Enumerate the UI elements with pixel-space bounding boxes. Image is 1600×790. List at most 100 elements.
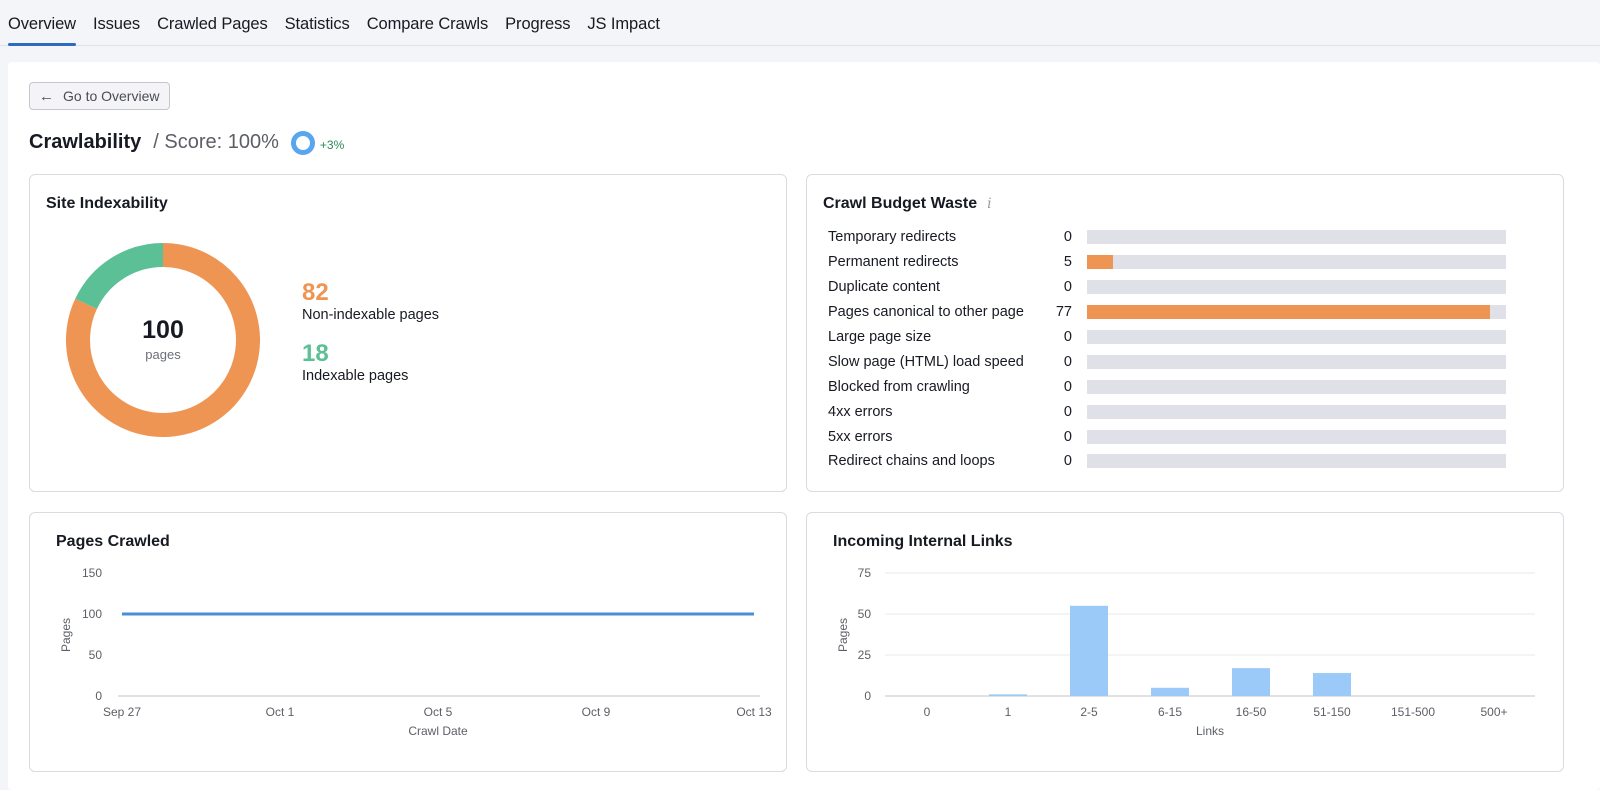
legend-non-indexable[interactable]: 82 Non-indexable pages <box>302 279 440 324</box>
indexable-label: Indexable pages <box>302 368 409 384</box>
budget-row-count: 5 <box>1063 254 1072 271</box>
non-indexable-label: Non-indexable pages <box>302 307 440 323</box>
budget-row[interactable]: Temporary redirects 0 <box>828 225 1508 250</box>
tab-js-impact[interactable]: JS Impact <box>587 15 660 45</box>
budget-row-bar[interactable] <box>1087 230 1506 245</box>
budget-row-label: Redirect chains and loops <box>828 453 995 470</box>
budget-row-label: Large page size <box>828 329 932 345</box>
budget-row-count: 0 <box>1063 428 1072 445</box>
budget-row-bar[interactable] <box>1087 354 1506 369</box>
budget-row-label: Duplicate content <box>828 279 941 296</box>
budget-row[interactable]: Slow page (HTML) load speed 0 <box>828 349 1508 374</box>
x-axis-title: Links <box>1196 724 1224 738</box>
budget-row[interactable]: Pages canonical to other page 77 <box>828 300 1508 325</box>
budget-row-count: 0 <box>1063 353 1072 370</box>
arrow-left-icon: ← <box>39 87 54 105</box>
go-to-overview-label: Go to Overview <box>63 88 160 104</box>
y-axis-title: Pages <box>836 618 850 652</box>
budget-row-count: 0 <box>1063 453 1072 470</box>
pages-crawled-card: Pages Crawled 0 50 100 150 Sep 27 Oct 1 Oct 5O… <box>29 512 787 772</box>
x-tick-label: Sep 27 <box>103 705 141 719</box>
budget-row-label: Blocked from crawling <box>828 378 970 395</box>
budget-row-bar[interactable] <box>1087 454 1506 469</box>
y-tick-label: 25 <box>858 648 872 662</box>
x-tick-label: Oct 13 <box>736 705 772 719</box>
score-delta: +3% <box>319 138 345 152</box>
incoming-internal-links-card: Incoming Internal Links 0 25 50 75 0 1 2-5 6-15… <box>806 512 1564 772</box>
bar-51-150[interactable] <box>1313 673 1351 696</box>
score-text: / Score: 100% <box>153 130 279 153</box>
budget-row-count: 0 <box>1063 403 1072 420</box>
x-tick-label: 151-500 <box>1391 705 1435 719</box>
crawl-budget-title: Crawl Budget Waste <box>823 195 978 212</box>
budget-row[interactable]: Blocked from crawling 0 <box>828 374 1508 399</box>
crawl-budget-list: Temporary redirects 0 Permanent redirects 5… <box>828 225 1508 474</box>
budget-row-count: 0 <box>1063 279 1072 296</box>
indexable-value: 18 <box>302 340 329 367</box>
y-tick-label: 0 <box>95 689 102 703</box>
x-tick-label: 0 <box>924 705 931 719</box>
x-tick-label: 51-150 <box>1313 705 1351 719</box>
budget-row-label: Temporary redirects <box>828 229 957 246</box>
page-heading: Crawlability / Score: 100% +3% <box>29 129 344 155</box>
budget-row[interactable]: Permanent redirects 5 <box>828 250 1508 275</box>
budget-row-bar[interactable] <box>1087 404 1506 419</box>
y-axis-title: Pages <box>59 618 73 652</box>
tab-issues[interactable]: Issues <box>93 15 140 45</box>
budget-row[interactable]: Large page size 0 <box>828 325 1508 350</box>
tab-bar: Overview Issues Crawled Pages Statistics Com… <box>0 0 1600 46</box>
card-title: Site Indexability <box>46 195 168 212</box>
x-tick-label: Oct 1 <box>266 705 295 719</box>
y-tick-label: 0 <box>864 689 871 703</box>
non-indexable-value: 82 <box>302 279 329 306</box>
budget-row-bar[interactable] <box>1087 379 1506 394</box>
budget-row[interactable]: Redirect chains and loops 0 <box>828 449 1508 474</box>
budget-row[interactable]: 4xx errors 0 <box>828 399 1508 424</box>
budget-row-label: Permanent redirects <box>828 254 959 271</box>
x-tick-label: 6-15 <box>1158 705 1182 719</box>
budget-row-bar[interactable] <box>1087 280 1506 295</box>
tab-crawled-pages[interactable]: Crawled Pages <box>157 15 268 45</box>
y-tick-label: 50 <box>89 648 103 662</box>
x-tick-label: 2-5 <box>1080 705 1098 719</box>
tab-compare-crawls[interactable]: Compare Crawls <box>367 15 489 45</box>
x-axis-title: Crawl Date <box>408 724 468 738</box>
bar-6-15[interactable] <box>1151 687 1189 696</box>
x-tick-label: 1 <box>1005 705 1012 719</box>
x-tick-label: Oct 5 <box>424 705 453 719</box>
info-icon[interactable]: i <box>987 196 991 212</box>
x-tick-label: 16-50 <box>1236 705 1267 719</box>
legend-indexable[interactable]: 18 Indexable pages <box>302 340 409 385</box>
budget-row-count: 0 <box>1063 329 1072 345</box>
budget-row-bar[interactable] <box>1087 330 1506 344</box>
total-pages-label: pages <box>145 347 181 362</box>
budget-row-bar-fill <box>1087 305 1491 320</box>
indexability-donut: 100 pages <box>66 243 260 437</box>
budget-row-count: 0 <box>1063 378 1072 395</box>
budget-row-bar[interactable] <box>1087 429 1506 444</box>
incoming-links-chart: 0 25 50 75 0 1 2-5 6-15 16-50 51-150 151-500 500+ Li… <box>836 566 1535 738</box>
budget-row-bar[interactable] <box>1087 255 1506 270</box>
go-to-overview-button[interactable]: ← Go to Overview <box>29 82 171 110</box>
site-indexability-card: Site Indexability 100 pages 82 Non-index… <box>29 174 787 492</box>
y-tick-label: 100 <box>82 607 102 621</box>
x-tick-label: Oct 9 <box>582 705 611 719</box>
tab-statistics[interactable]: Statistics <box>285 15 350 45</box>
budget-row[interactable]: 5xx errors 0 <box>828 424 1508 449</box>
bar-1[interactable] <box>989 694 1027 696</box>
tab-overview[interactable]: Overview <box>8 15 76 46</box>
score-ring-icon <box>290 131 315 155</box>
pages-crawled-chart: 0 50 100 150 Sep 27 Oct 1 Oct 5 Oct 9 Oct 13 Craw… <box>59 566 772 738</box>
budget-row-bar[interactable] <box>1087 305 1506 320</box>
y-tick-label: 50 <box>858 607 872 621</box>
bar-2-5[interactable] <box>1070 605 1108 696</box>
budget-row[interactable]: Duplicate content 0 <box>828 275 1508 300</box>
y-tick-label: 75 <box>858 566 872 580</box>
crawl-budget-waste-card: Crawl Budget Waste i Temporary redirects 0… <box>806 174 1564 492</box>
budget-row-label: 5xx errors <box>828 428 893 445</box>
tab-progress[interactable]: Progress <box>505 15 570 45</box>
budget-row-label: Pages canonical to other page <box>828 304 1024 321</box>
budget-row-bar-fill <box>1087 255 1114 270</box>
bar-16-50[interactable] <box>1232 668 1270 696</box>
main-content: ← Go to Overview Crawlability / Score: 1… <box>8 62 1600 790</box>
